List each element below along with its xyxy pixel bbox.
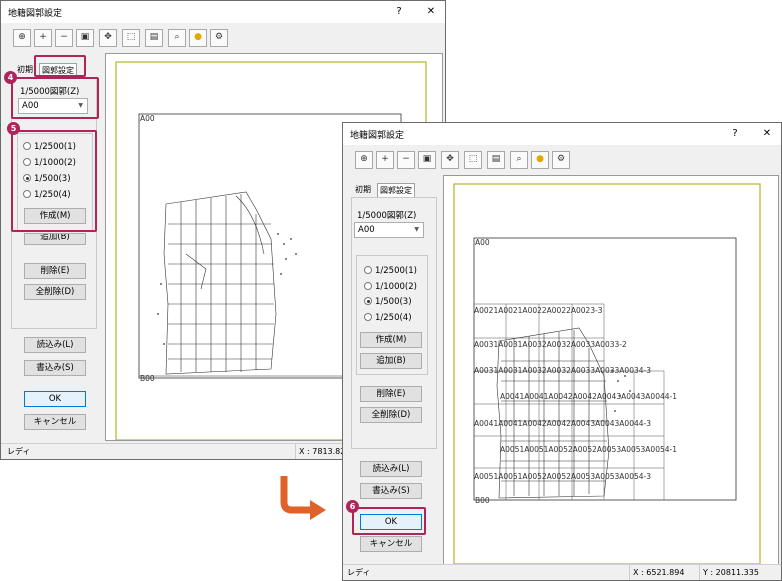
zoom-fit-icon[interactable]: ⊕ [13, 29, 31, 47]
right-save-button[interactable]: 書込み(S) [360, 483, 422, 499]
left-window-title: 地籍図郭設定 [8, 9, 63, 19]
lock-icon[interactable]: ▤ [145, 29, 163, 47]
left-close-button[interactable]: ✕ [419, 3, 443, 21]
lock-icon[interactable]: ▤ [487, 151, 505, 169]
pan-icon[interactable]: ✥ [441, 151, 459, 169]
lightbulb-icon[interactable]: ● [531, 151, 549, 169]
right-delete-button[interactable]: 削除(E) [360, 386, 422, 402]
chevron-down-icon: ▼ [414, 226, 419, 233]
right-close-button[interactable]: ✕ [755, 125, 779, 143]
pan-icon[interactable]: ✥ [99, 29, 117, 47]
right-radio-500-label: 1/500(3) [375, 297, 412, 307]
left-title-bar: 地籍図郭設定 ? ✕ [1, 1, 445, 23]
right-frame-combo[interactable]: A00 ▼ [354, 222, 424, 238]
right-status-y: Y : 20811.335 [699, 565, 759, 580]
right-grid-row-2: A0031A0031A0032A0032A0033A0033-2 [474, 340, 627, 349]
right-map-label-a00: A00 [475, 238, 490, 247]
left-save-button[interactable]: 書込み(S) [24, 360, 86, 376]
right-status-bar: レディ X : 6521.894 Y : 20811.335 [343, 564, 781, 580]
right-radio-250-label: 1/250(4) [375, 313, 412, 323]
right-delete-all-button[interactable]: 全削除(D) [360, 407, 422, 423]
step-badge-5: 5 [7, 122, 20, 135]
zoom-in-icon[interactable]: + [34, 29, 52, 47]
right-status-ready: レディ [347, 568, 371, 577]
zoom-fit-icon[interactable]: ⊕ [355, 151, 373, 169]
right-grid-row-3: A0031A0031A0032A0032A0033A0033A0034-3 [474, 366, 652, 375]
right-grid-row-7: A0051A0051A0052A0052A0053A0053A0054-3 [474, 472, 652, 481]
left-map-label-b00: B00 [140, 374, 155, 383]
right-grid-row-5: A0041A0041A0042A0042A0043A0043A0044-3 [474, 419, 652, 428]
zoom-out-icon[interactable]: − [55, 29, 73, 47]
left-cancel-button[interactable]: キャンセル [24, 414, 86, 430]
right-cancel-button[interactable]: キャンセル [360, 536, 422, 552]
highlight-tab-frame-settings [34, 55, 86, 77]
right-load-button[interactable]: 読込み(L) [360, 461, 422, 477]
right-window-title: 地籍図郭設定 [350, 131, 405, 141]
left-tab-initial[interactable]: 初期 [15, 63, 35, 77]
left-status-ready: レディ [7, 447, 31, 456]
right-grid-row-6: A0051A0051A0052A0052A0053A0053A0054-1 [500, 445, 678, 454]
radio-icon [364, 313, 372, 321]
right-tab-initial[interactable]: 初期 [353, 183, 373, 197]
step-badge-4: 4 [4, 71, 17, 84]
search-icon[interactable]: ⌕ [510, 151, 528, 169]
right-tab-frame-settings[interactable]: 図郭設定 [377, 183, 415, 197]
left-delete-all-button[interactable]: 全削除(D) [24, 284, 86, 300]
zoom-out-icon[interactable]: − [397, 151, 415, 169]
select-area-icon[interactable]: ⬚ [122, 29, 140, 47]
highlight-frame-combo [11, 77, 99, 119]
right-frame-combo-value: A00 [358, 225, 375, 235]
right-map-canvas[interactable]: A00 A0021A0021A0022A0022A0023-3 A0031A00… [443, 175, 779, 565]
left-add-button[interactable]: 追加(B) [24, 233, 86, 245]
left-help-button[interactable]: ? [387, 3, 411, 21]
right-radio-2500-label: 1/2500(1) [375, 266, 417, 276]
select-area-icon[interactable]: ⬚ [464, 151, 482, 169]
right-status-x: X : 6521.894 [629, 565, 684, 580]
right-radio-250[interactable]: 1/250(4) [364, 313, 412, 323]
right-create-button[interactable]: 作成(M) [360, 332, 422, 348]
right-radio-500[interactable]: 1/500(3) [364, 297, 412, 307]
right-radio-2500[interactable]: 1/2500(1) [364, 266, 417, 276]
left-delete-button[interactable]: 削除(E) [24, 263, 86, 279]
right-tab-strip: 初期 図郭設定 [353, 183, 443, 197]
gear-icon[interactable]: ⚙ [552, 151, 570, 169]
step-badge-6: 6 [346, 500, 359, 513]
scale-icon[interactable]: ▣ [418, 151, 436, 169]
right-scale-label: 1/5000図郭(Z) [357, 211, 417, 221]
zoom-in-icon[interactable]: + [376, 151, 394, 169]
right-map-label-b00: B00 [475, 496, 490, 505]
left-map-label-a00: A00 [140, 114, 155, 123]
gear-icon[interactable]: ⚙ [210, 29, 228, 47]
scale-icon[interactable]: ▣ [76, 29, 94, 47]
highlight-ok-button [352, 507, 426, 535]
radio-icon [364, 282, 372, 290]
radio-icon [364, 266, 372, 274]
right-add-button[interactable]: 追加(B) [360, 353, 422, 369]
right-radio-1000-label: 1/1000(2) [375, 282, 417, 292]
right-grid-row-4: A0041A0041A0042A0042A0043A0043A0044-1 [500, 392, 678, 401]
transition-arrow-icon [280, 476, 326, 520]
radio-selected-icon [364, 297, 372, 305]
right-title-bar: 地籍図郭設定 ? ✕ [343, 123, 781, 145]
right-radio-1000[interactable]: 1/1000(2) [364, 282, 417, 292]
right-help-button[interactable]: ? [723, 125, 747, 143]
highlight-scale-group [11, 130, 97, 232]
search-icon[interactable]: ⌕ [168, 29, 186, 47]
lightbulb-icon[interactable]: ● [189, 29, 207, 47]
right-grid-row-1: A0021A0021A0022A0022A0023-3 [474, 306, 603, 315]
left-load-button[interactable]: 読込み(L) [24, 337, 86, 353]
left-ok-button[interactable]: OK [24, 391, 86, 407]
